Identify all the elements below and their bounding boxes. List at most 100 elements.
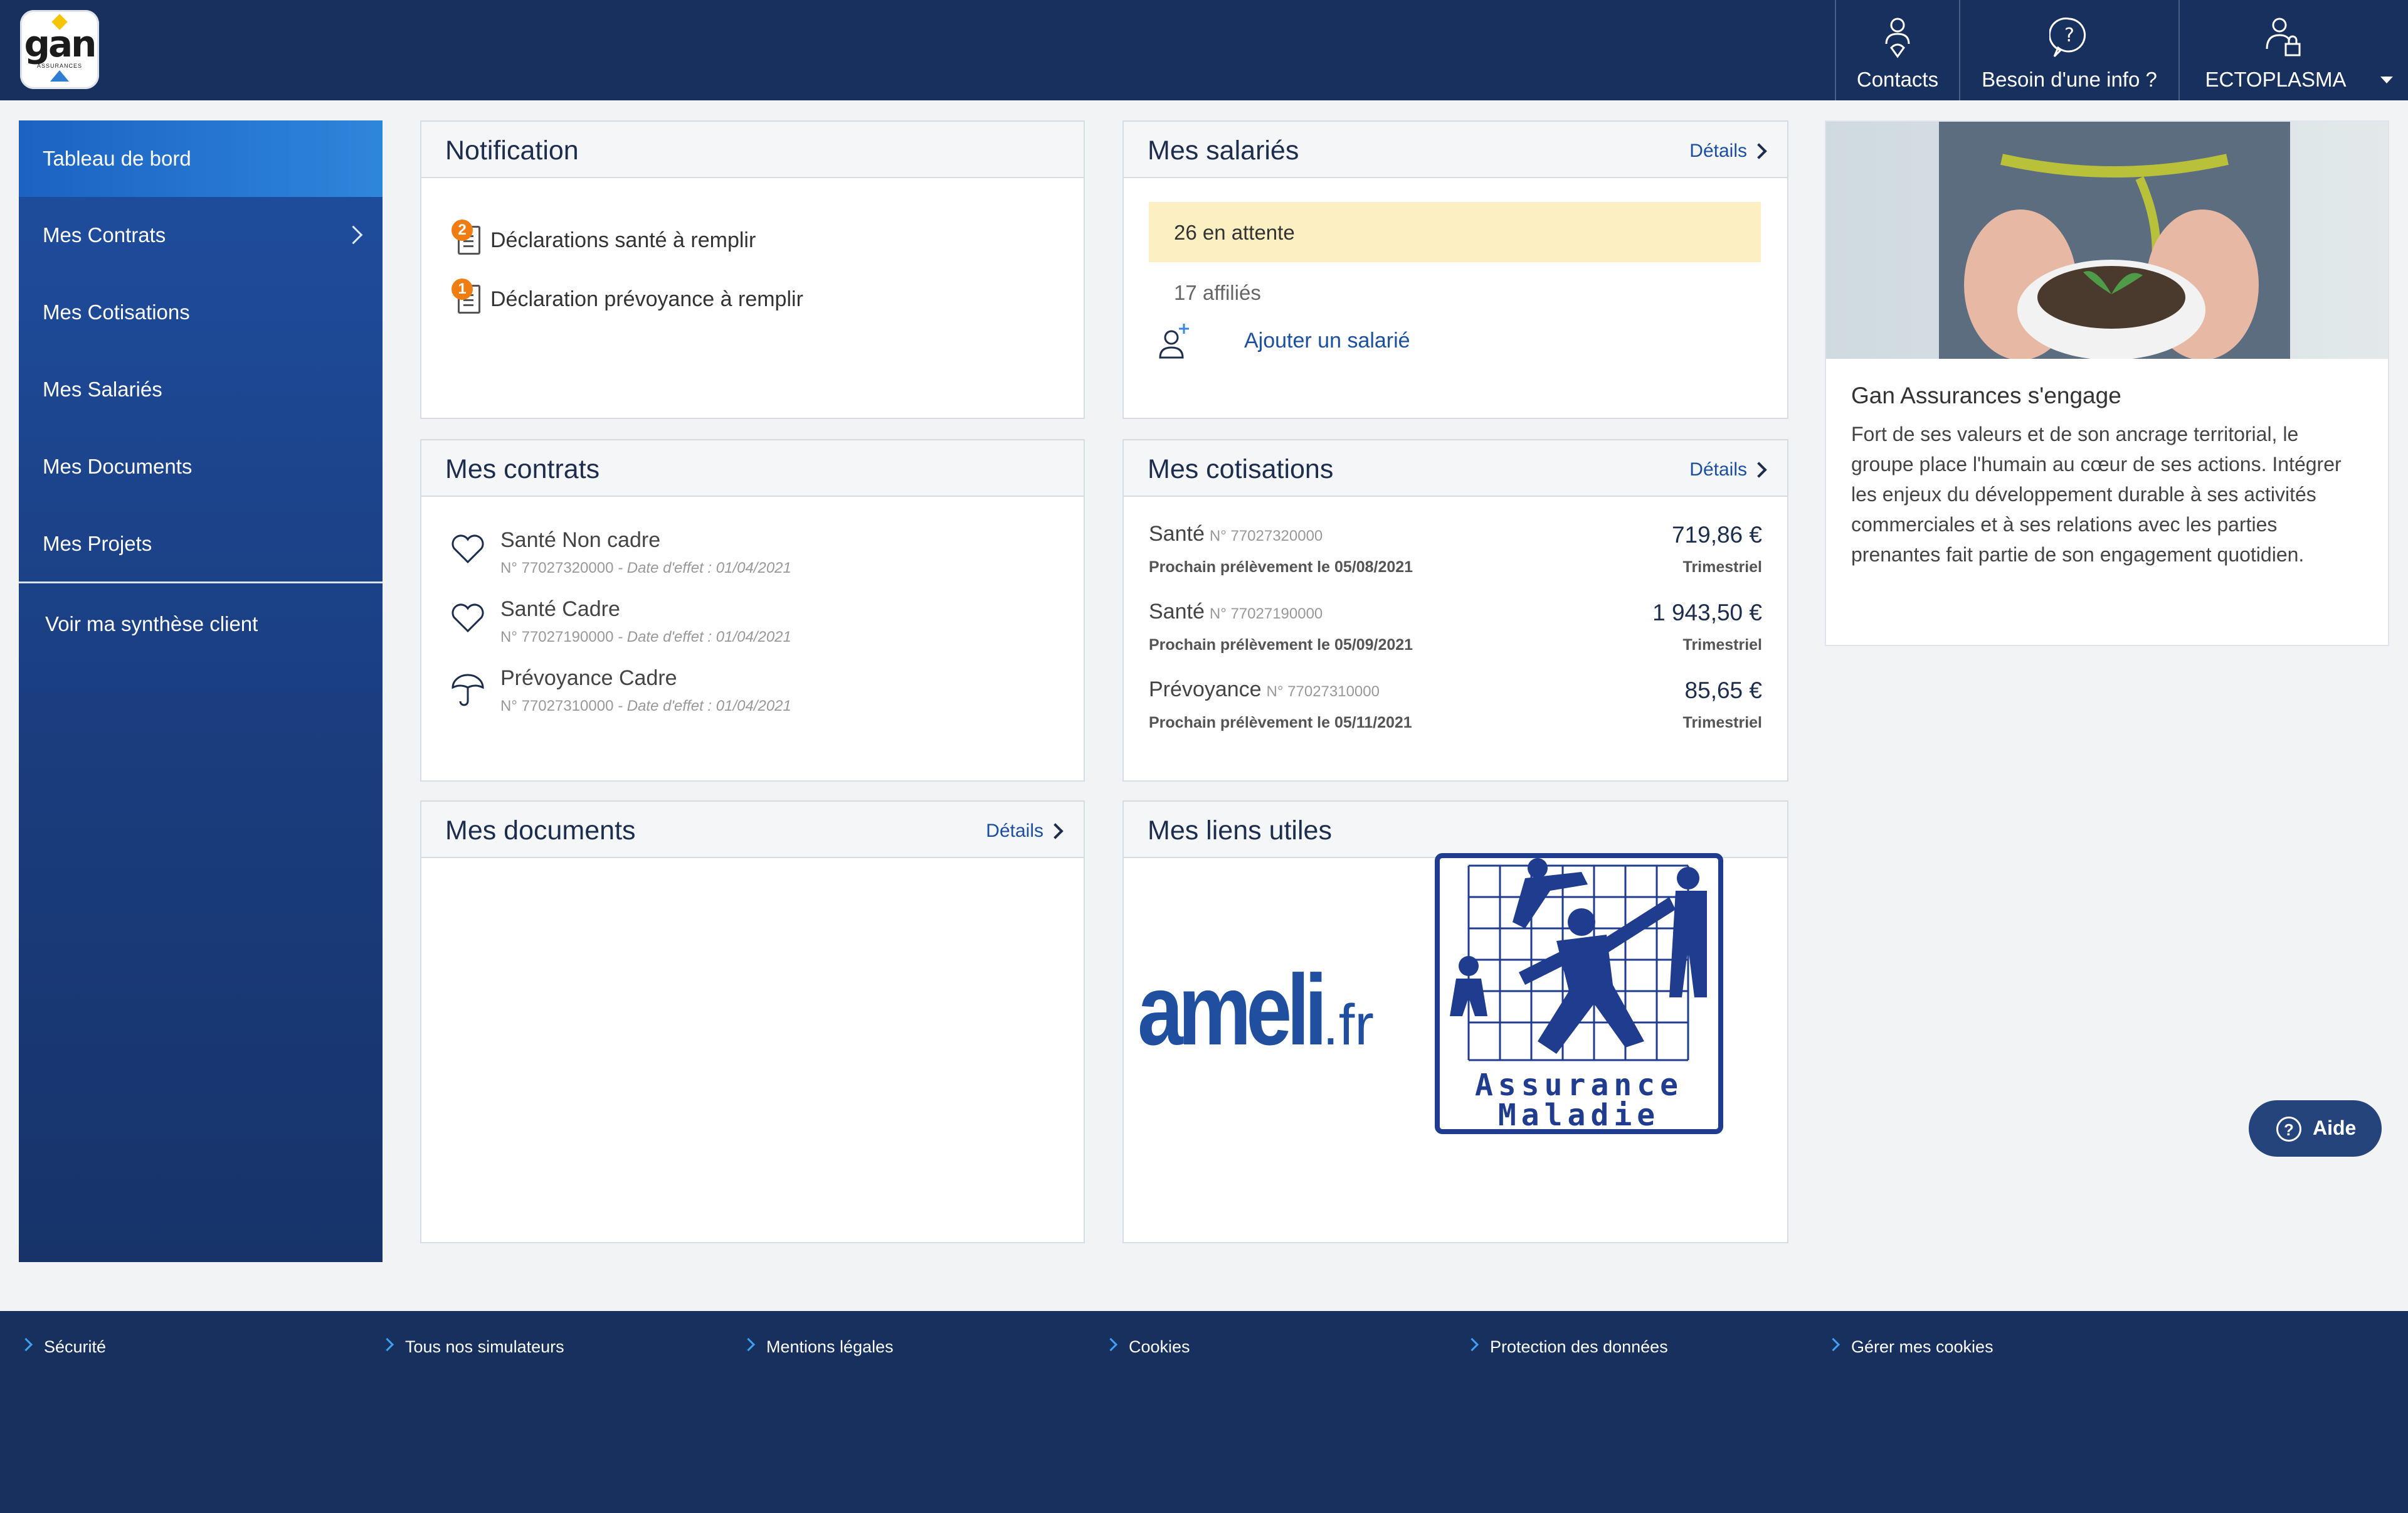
affiliates-count: 17 affiliés [1174, 281, 1261, 304]
footer-link-label: Cookies [1129, 1337, 1190, 1356]
heart-icon [452, 603, 484, 633]
card-title: Mes salariés [1148, 135, 1299, 166]
notification-count-badge: 1 [452, 279, 473, 300]
card-title: Notification [445, 135, 579, 166]
contract-meta: N° 77027190000 - Date d'effet : 01/04/20… [500, 629, 791, 645]
sidebar-item-label: Mes Salariés [43, 378, 162, 401]
footer: Sécurité Tous nos simulateurs Mentions l… [0, 1311, 2408, 1513]
cotisation-frequency: Trimestriel [1682, 714, 1762, 731]
details-link[interactable]: Détails [986, 820, 1064, 842]
client-summary-label: Voir ma synthèse client [45, 612, 258, 635]
ameli-link[interactable]: ameli.fr [1138, 952, 1374, 1068]
logo-subtext: ASSURANCES [36, 63, 82, 69]
add-employee-link[interactable]: Ajouter un salarié [1154, 321, 1410, 364]
notification-label: Déclaration prévoyance à remplir [490, 287, 803, 311]
sidebar-item-documents[interactable]: Mes Documents [19, 428, 383, 505]
cotisation-item[interactable]: Santé N° 77027190000 Prochain prélèvement… [1149, 600, 1762, 662]
question-circle-icon: ? [2276, 1117, 2301, 1142]
contract-item[interactable]: Prévoyance Cadre N° 77027310000 - Date d… [450, 666, 1052, 723]
gan-logo[interactable]: gan ASSURANCES [20, 10, 99, 89]
cotisation-item[interactable]: Prévoyance N° 77027310000 Prochain prélèv… [1149, 677, 1762, 740]
chevron-right-icon [741, 1337, 756, 1352]
promo-image [1826, 122, 2388, 359]
promo-card: Gan Assurances s'engage Fort de ses vale… [1825, 120, 2389, 646]
cotisation-amount: 1 943,50 € [1652, 600, 1762, 625]
sidebar-item-label: Mes Projets [43, 532, 152, 555]
cotisation-frequency: Trimestriel [1682, 636, 1762, 654]
caret-down-icon[interactable] [2380, 77, 2393, 83]
cotisation-amount: 719,86 € [1671, 522, 1762, 548]
sidebar-item-label: Mes Contrats [43, 223, 166, 247]
notification-count-badge: 2 [452, 220, 473, 241]
chevron-right-icon [1104, 1337, 1118, 1352]
contract-name: Santé Non cadre [500, 528, 661, 552]
footer-link-label: Gérer mes cookies [1851, 1337, 1993, 1356]
contract-meta: N° 77027320000 - Date d'effet : 01/04/20… [500, 560, 791, 576]
add-employee-label: Ajouter un salarié [1244, 329, 1410, 353]
add-user-icon [1159, 324, 1189, 359]
details-link[interactable]: Détails [1689, 141, 1767, 162]
promo-text: Fort de ses valeurs et de son ancrage te… [1851, 423, 2342, 566]
card-title: Mes cotisations [1148, 454, 1334, 484]
sidebar-client-summary[interactable]: Voir ma synthèse client [19, 585, 383, 661]
cotisation-amount: 85,65 € [1684, 677, 1762, 703]
contract-item[interactable]: Santé Non cadre N° 77027320000 - Date d'… [450, 528, 1052, 585]
footer-link-label: Tous nos simulateurs [405, 1337, 564, 1356]
umbrella-icon [452, 674, 484, 706]
assurance-maladie-line2: Maladie [1498, 1098, 1660, 1133]
contracts-card: Mes contrats Santé Non cadre N° 77027320… [420, 439, 1085, 782]
card-header: Mes cotisations Détails [1124, 440, 1787, 497]
help-button-label: Aide [2313, 1117, 2357, 1139]
cotisation-name: Prévoyance N° 77027310000 [1149, 677, 1380, 701]
heart-icon [452, 534, 484, 564]
sidebar-item-projects[interactable]: Mes Projets [19, 506, 383, 582]
employees-card: Mes salariés Détails 26 en attente 17 af… [1122, 120, 1788, 419]
details-link[interactable]: Détails [1689, 459, 1767, 480]
useful-links-card: Mes liens utiles ameli.fr Assurance Mala… [1122, 800, 1788, 1243]
sidebar-item-label: Mes Cotisations [43, 300, 190, 324]
sidebar-divider [19, 581, 383, 583]
notification-card: Notification 2 Déclarations santé à remp… [420, 120, 1085, 419]
nav-user-menu[interactable]: ECTOPLASMA [2178, 0, 2408, 100]
promo-title: Gan Assurances s'engage [1851, 383, 2121, 408]
pending-employees-banner[interactable]: 26 en attente [1149, 202, 1761, 262]
top-header: gan ASSURANCES Contacts ? Besoin d'une i… [0, 0, 2408, 100]
contract-name: Santé Cadre [500, 597, 620, 621]
assurance-maladie-link[interactable]: Assurance Maladie [1431, 853, 1726, 1139]
footer-link-label: Protection des données [1490, 1337, 1668, 1356]
cotisation-frequency: Trimestriel [1682, 558, 1762, 576]
card-header: Notification [421, 122, 1084, 178]
nav-contacts[interactable]: Contacts [1835, 0, 1959, 100]
cotisation-item[interactable]: Santé N° 77027320000 Prochain prélèvement… [1149, 522, 1762, 585]
card-title: Mes documents [445, 815, 636, 846]
footer-link-label: Mentions légales [766, 1337, 894, 1356]
pending-count: 26 en attente [1174, 221, 1295, 244]
sidebar-item-contracts[interactable]: Mes Contrats [19, 197, 383, 273]
card-header: Mes documents Détails [421, 802, 1084, 858]
next-payment: Prochain prélèvement le 05/08/2021 [1149, 558, 1413, 576]
hands-plant-illustration [1826, 122, 2388, 359]
sidebar: Tableau de bord Mes Contrats Mes Cotisat… [19, 120, 383, 1262]
sidebar-item-salaries[interactable]: Mes Salariés [19, 351, 383, 428]
nav-user-label: ECTOPLASMA [2205, 68, 2347, 91]
sidebar-item-dashboard[interactable]: Tableau de bord [19, 120, 383, 197]
chevron-right-icon [1826, 1337, 1840, 1352]
help-button[interactable]: ? Aide [2249, 1100, 2382, 1157]
contract-item[interactable]: Santé Cadre N° 77027190000 - Date d'effe… [450, 597, 1052, 654]
card-header: Mes salariés Détails [1124, 122, 1787, 178]
svg-text:?: ? [2064, 24, 2074, 46]
user-lock-icon [2266, 18, 2301, 56]
card-title: Mes contrats [445, 454, 600, 484]
contract-meta: N° 77027310000 - Date d'effet : 01/04/20… [500, 698, 791, 714]
next-payment: Prochain prélèvement le 05/11/2021 [1149, 714, 1412, 731]
next-payment: Prochain prélèvement le 05/09/2021 [1149, 636, 1413, 654]
nav-contacts-label: Contacts [1856, 68, 1939, 91]
notification-label: Déclarations santé à remplir [490, 228, 756, 252]
chevron-right-icon [1465, 1337, 1479, 1352]
card-header: Mes contrats [421, 440, 1084, 497]
cotisations-card: Mes cotisations Détails Santé N° 77027320… [1122, 439, 1788, 782]
assurance-maladie-logo: Assurance Maladie [1435, 853, 1723, 1134]
chevron-right-icon [380, 1337, 394, 1352]
sidebar-item-label: Mes Documents [43, 455, 193, 478]
sidebar-item-cotisations[interactable]: Mes Cotisations [19, 274, 383, 351]
